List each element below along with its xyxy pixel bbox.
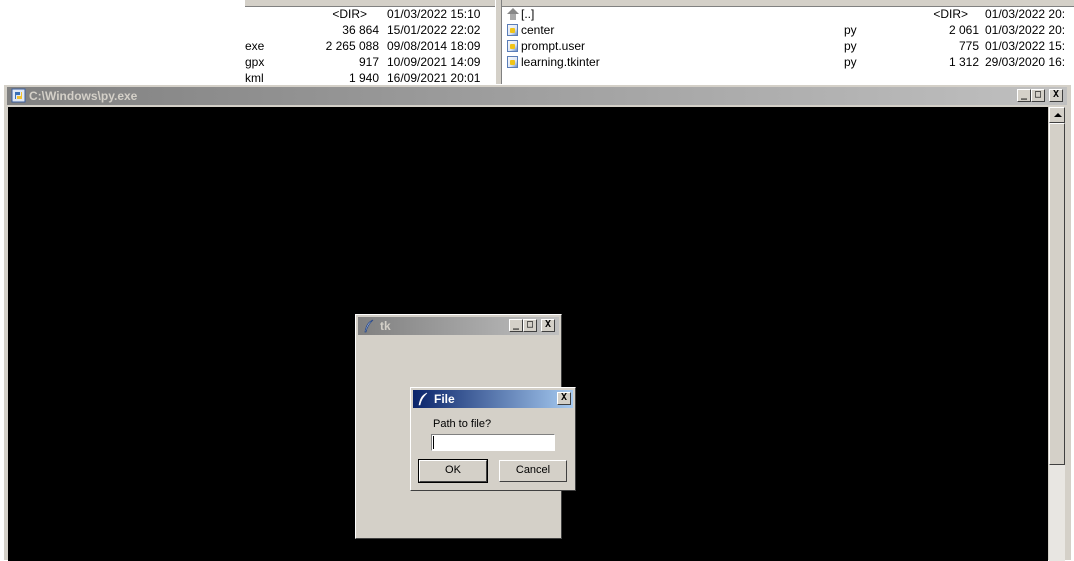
file-size: 2 061	[948, 23, 979, 37]
file-size: 2 265 088	[325, 39, 379, 53]
file-row[interactable]: center py 2 061 01/03/2022 20:	[502, 22, 1074, 38]
file-size: 775	[958, 39, 979, 53]
file-ext: gpx	[245, 55, 265, 69]
maximize-button[interactable]: □	[523, 319, 537, 332]
file-row[interactable]: kml 1 940 16/09/2021 20:01	[0, 70, 497, 84]
file-date: 29/03/2020 16:	[985, 55, 1066, 69]
file-row[interactable]: prompt.user py 775 01/03/2022 15:	[502, 38, 1074, 54]
close-button[interactable]: X	[557, 392, 571, 405]
up-dir-icon	[507, 8, 519, 20]
file-date: 15/01/2022 22:02	[387, 23, 481, 37]
python-app-icon	[11, 88, 26, 103]
console-title: C:\Windows\py.exe	[29, 89, 138, 103]
close-button[interactable]: X	[541, 319, 555, 332]
file-row[interactable]: gpx 917 10/09/2021 14:09	[0, 54, 497, 70]
file-name: learning.tkinter	[507, 54, 600, 70]
panel-divider[interactable]	[495, 0, 502, 84]
text-caret	[433, 436, 434, 449]
file-name: center	[507, 22, 554, 38]
file-manager-left-panel: <DIR> 01/03/2022 15:10 36 864 15/01/2022…	[0, 0, 497, 84]
file-date: 01/03/2022 15:	[985, 39, 1066, 53]
file-row[interactable]: 36 864 15/01/2022 22:02	[0, 22, 497, 38]
minimize-button[interactable]: _	[1017, 89, 1031, 102]
python-file-icon	[507, 24, 518, 36]
file-date: 09/08/2014 18:09	[387, 39, 481, 53]
file-date: 10/09/2021 14:09	[387, 55, 481, 69]
path-input[interactable]	[431, 434, 555, 451]
file-date: 01/03/2022 20:	[985, 23, 1066, 37]
file-ext: py	[844, 39, 857, 53]
file-name: [..]	[507, 6, 534, 22]
scroll-up-button[interactable]	[1049, 107, 1065, 123]
minimize-button[interactable]: _	[509, 319, 523, 332]
scroll-thumb[interactable]	[1049, 123, 1065, 465]
maximize-button[interactable]: □	[1031, 89, 1045, 102]
file-size: 36 864	[342, 23, 379, 37]
file-size: 1 312	[948, 55, 979, 69]
file-ext: kml	[245, 71, 264, 84]
file-ext: py	[844, 23, 857, 37]
file-size: <DIR>	[332, 7, 367, 21]
file-ext: py	[844, 55, 857, 69]
feather-icon	[364, 319, 374, 333]
cancel-button[interactable]: Cancel	[499, 460, 567, 482]
vertical-scrollbar[interactable]	[1049, 107, 1065, 561]
file-date: 01/03/2022 15:10	[387, 7, 481, 21]
close-button[interactable]: X	[1049, 89, 1063, 102]
file-dialog: File X Path to file? OK Cancel	[410, 387, 576, 491]
feather-icon	[418, 392, 428, 406]
path-prompt-label: Path to file?	[433, 418, 492, 430]
tk-title: tk	[380, 319, 391, 333]
file-date: 01/03/2022 20:	[985, 7, 1066, 21]
file-row[interactable]: exe 2 265 088 09/08/2014 18:09	[0, 38, 497, 54]
ok-button[interactable]: OK	[418, 459, 488, 483]
file-date: 16/09/2021 20:01	[387, 71, 481, 84]
dialog-titlebar[interactable]: File X	[413, 390, 573, 408]
python-file-icon	[507, 40, 518, 52]
file-row[interactable]: learning.tkinter py 1 312 29/03/2020 16:	[502, 54, 1074, 70]
console-titlebar[interactable]: C:\Windows\py.exe _ □ X	[7, 87, 1067, 105]
file-size: 1 940	[348, 71, 379, 84]
python-file-icon	[507, 56, 518, 68]
file-ext: exe	[245, 39, 265, 53]
file-size: <DIR>	[933, 7, 968, 21]
file-row[interactable]: [..] <DIR> 01/03/2022 20:	[502, 6, 1074, 22]
file-size: 917	[358, 55, 379, 69]
tk-titlebar[interactable]: tk _ □ X	[358, 317, 559, 335]
dialog-title: File	[434, 392, 455, 406]
file-manager-right-panel: [..] <DIR> 01/03/2022 20: center py 2 06…	[502, 0, 1074, 84]
file-name: prompt.user	[507, 38, 585, 54]
file-row[interactable]: <DIR> 01/03/2022 15:10	[0, 6, 497, 22]
